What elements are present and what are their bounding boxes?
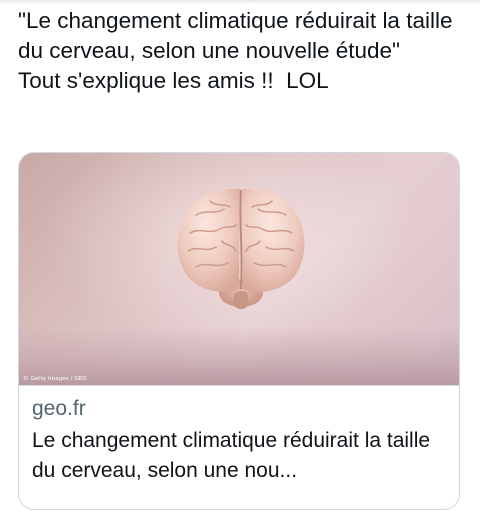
link-preview-card[interactable]: © Getty Images / GEO geo.fr Le changemen… [18, 152, 460, 510]
previous-content-edge [0, 0, 480, 4]
link-preview-image[interactable]: © Getty Images / GEO [19, 153, 459, 385]
link-preview-info[interactable]: geo.fr Le changement climatique réduirai… [19, 385, 459, 509]
image-credit: © Getty Images / GEO [23, 376, 87, 382]
brain-illustration [177, 188, 305, 309]
link-title[interactable]: Le changement climatique réduirait la ta… [32, 426, 452, 486]
tweet-text: "Le changement climatique réduirait la t… [18, 8, 453, 93]
link-domain[interactable]: geo.fr [32, 396, 447, 422]
